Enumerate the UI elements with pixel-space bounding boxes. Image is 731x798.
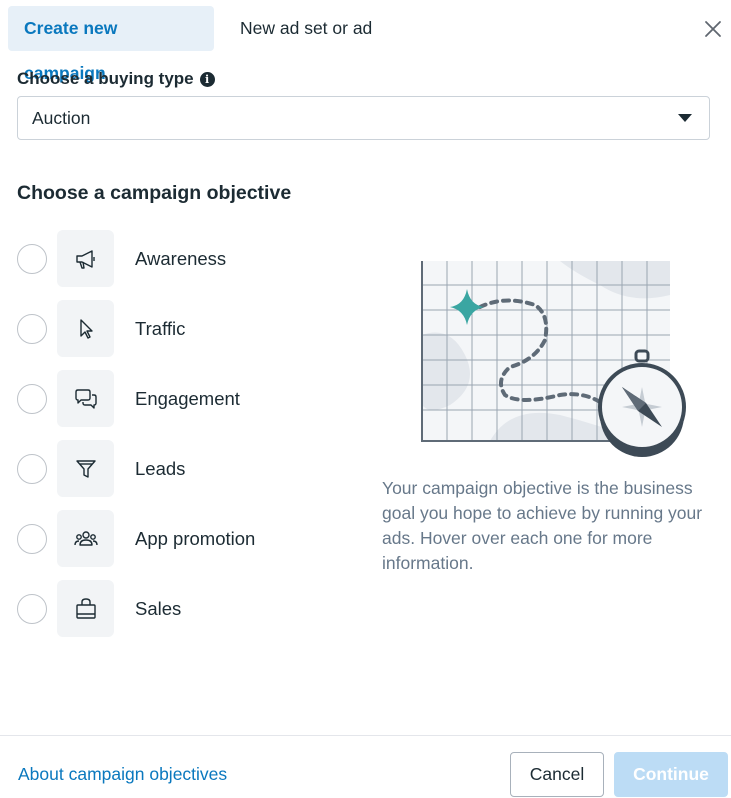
objective-option-sales[interactable]: Sales: [17, 580, 347, 638]
objective-option-engagement[interactable]: Engagement: [17, 370, 347, 428]
caret-down-icon: [678, 114, 692, 122]
objective-label-engagement: Engagement: [135, 388, 240, 409]
tab-create-new-campaign[interactable]: Create new campaign: [8, 6, 214, 83]
tab-new-ad-set-or-ad[interactable]: New ad set or ad: [224, 6, 388, 51]
objective-label-leads: Leads: [135, 458, 186, 479]
about-campaign-objectives-link[interactable]: About campaign objectives: [18, 762, 227, 786]
shopping-bag-icon: [57, 580, 114, 637]
cancel-button[interactable]: Cancel: [510, 752, 604, 797]
radio-awareness[interactable]: [17, 244, 47, 274]
radio-traffic[interactable]: [17, 314, 47, 344]
chat-bubbles-icon: [57, 370, 114, 427]
radio-sales[interactable]: [17, 594, 47, 624]
objective-option-app-promotion[interactable]: App promotion: [17, 510, 347, 568]
buying-type-label: Choose a buying type i: [17, 68, 215, 90]
buying-type-select[interactable]: Auction: [17, 96, 710, 140]
objective-label-awareness: Awareness: [135, 248, 227, 269]
radio-app-promotion[interactable]: [17, 524, 47, 554]
objective-option-leads[interactable]: Leads: [17, 440, 347, 498]
cursor-icon: [57, 300, 114, 357]
objective-label-sales: Sales: [135, 598, 182, 619]
filter-icon: [57, 440, 114, 497]
radio-leads[interactable]: [17, 454, 47, 484]
continue-button[interactable]: Continue: [614, 752, 728, 797]
objective-label-app-promotion: App promotion: [135, 528, 256, 549]
dialog-footer: About campaign objectives Cancel Continu…: [0, 735, 731, 798]
objective-label-traffic: Traffic: [135, 318, 186, 339]
info-icon[interactable]: i: [199, 71, 215, 87]
close-icon: [705, 21, 721, 37]
buying-type-label-text: Choose a buying type: [17, 69, 194, 88]
objective-option-awareness[interactable]: Awareness: [17, 230, 347, 288]
objective-option-traffic[interactable]: Traffic: [17, 300, 347, 358]
radio-engagement[interactable]: [17, 384, 47, 414]
dialog-header: Create new campaign New ad set or ad: [0, 0, 731, 83]
objective-description: Your campaign objective is the business …: [382, 478, 703, 573]
megaphone-icon: [57, 230, 114, 287]
buying-type-value: Auction: [32, 108, 91, 128]
objective-heading: Choose a campaign objective: [17, 182, 292, 204]
close-button[interactable]: [700, 16, 726, 42]
people-icon: [57, 510, 114, 567]
campaign-map-illustration: [410, 255, 695, 465]
